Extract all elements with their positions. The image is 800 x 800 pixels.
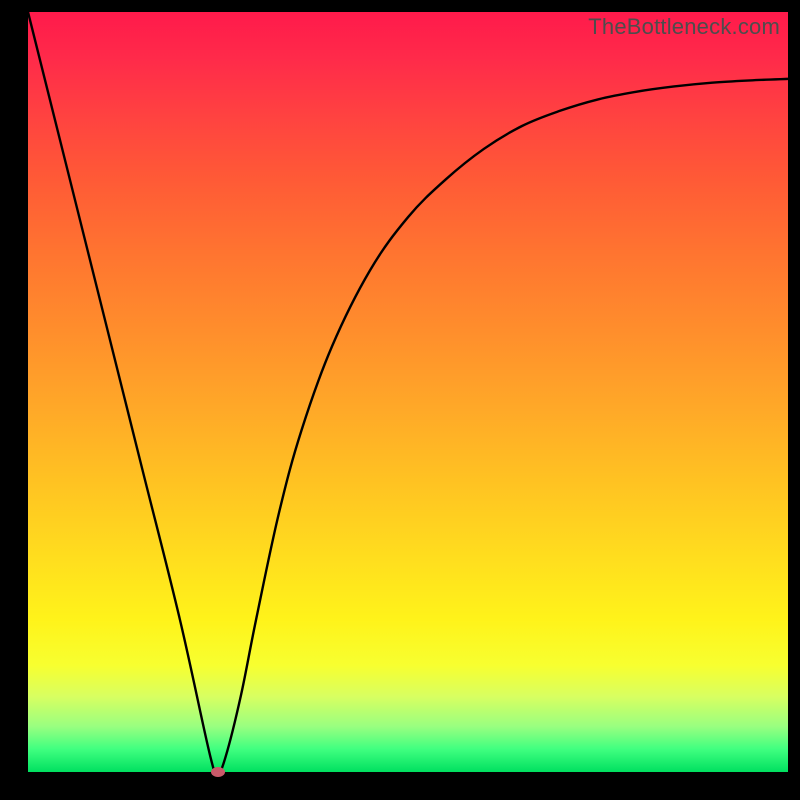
minimum-marker — [211, 767, 225, 777]
plot-area: TheBottleneck.com — [28, 12, 788, 772]
bottleneck-curve — [28, 12, 788, 772]
chart-frame: TheBottleneck.com — [0, 0, 800, 800]
